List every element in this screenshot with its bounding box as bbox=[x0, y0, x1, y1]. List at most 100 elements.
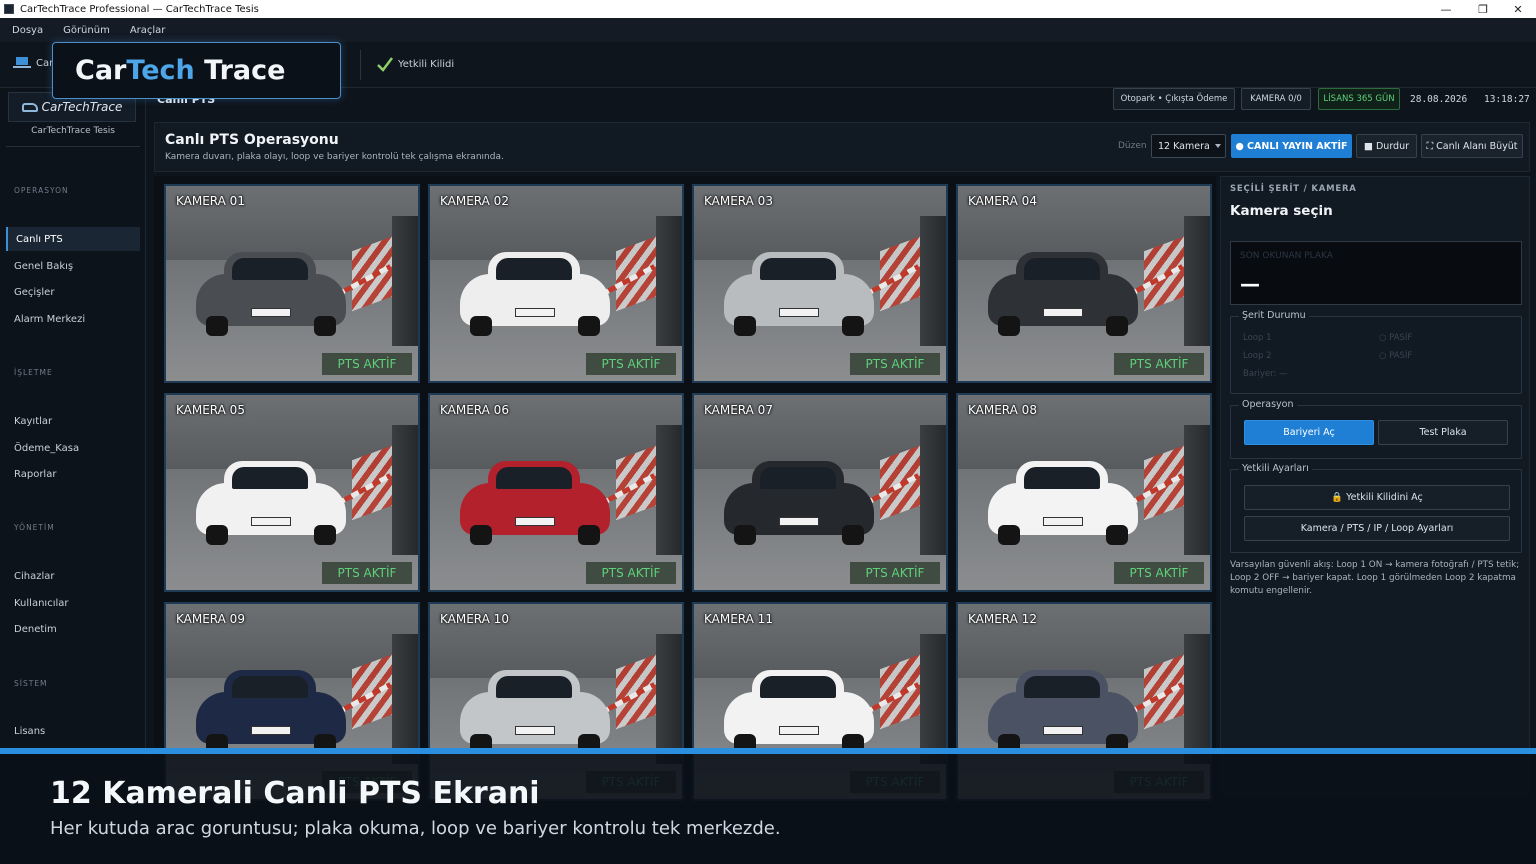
sidebar-item-cihazlar[interactable]: Cihazlar bbox=[6, 564, 140, 588]
open-barrier-button[interactable]: Bariyeri Aç bbox=[1244, 420, 1374, 445]
license-chip: LİSANS 365 GÜN bbox=[1318, 88, 1400, 110]
stop-button[interactable]: ■ Durdur bbox=[1356, 134, 1417, 158]
sidebar-section-operasyon: OPERASYON bbox=[14, 186, 69, 195]
license-plate bbox=[251, 517, 291, 526]
header-date: 28.08.2026 bbox=[1410, 94, 1468, 105]
sidebar-item-kullanicilar[interactable]: Kullanıcılar bbox=[6, 591, 140, 615]
camera-label: KAMERA 10 bbox=[440, 612, 509, 626]
sidebar-item-canli-pts[interactable]: Canlı PTS bbox=[6, 227, 140, 251]
pts-status-badge: PTS AKTİF bbox=[850, 353, 940, 375]
camera-label: KAMERA 03 bbox=[704, 194, 773, 208]
title-bar: CarTechTrace Professional — CarTechTrace… bbox=[0, 0, 1536, 18]
loop2-label: Loop 2 bbox=[1243, 351, 1272, 361]
live-stream-button[interactable]: ● CANLI YAYIN AKTİF bbox=[1231, 134, 1352, 158]
camera-tile[interactable]: KAMERA 07 PTS AKTİF bbox=[692, 393, 948, 592]
layout-label: Düzen bbox=[1118, 141, 1147, 151]
vehicle-wheel bbox=[734, 525, 756, 545]
brand-logo-popup: Car Tech Trace bbox=[52, 42, 341, 99]
vehicle-image bbox=[724, 455, 874, 545]
vehicle-windshield bbox=[1024, 467, 1100, 489]
sidebar-item-denetim[interactable]: Denetim bbox=[6, 617, 140, 641]
camera-tile[interactable]: KAMERA 06 PTS AKTİF bbox=[428, 393, 684, 592]
last-plate-label: SON OKUNAN PLAKA bbox=[1240, 251, 1333, 261]
unlock-authorized-button[interactable]: 🔒 Yetkili Kilidini Aç bbox=[1244, 485, 1510, 510]
menu-araclar[interactable]: Araçlar bbox=[130, 25, 166, 36]
camera-tile[interactable]: KAMERA 01 PTS AKTİF bbox=[164, 184, 420, 383]
barrier-state: Bariyer: — bbox=[1243, 369, 1288, 379]
safe-flow-note: Varsayılan güvenli akış: Loop 1 ON → kam… bbox=[1230, 560, 1520, 596]
sidebar-item-odeme-kasa[interactable]: Ödeme_Kasa bbox=[6, 436, 140, 460]
license-plate bbox=[779, 517, 819, 526]
vehicle-image bbox=[988, 246, 1138, 336]
panel-title: Canlı PTS Operasyonu bbox=[165, 132, 339, 148]
test-plate-button[interactable]: Test Plaka bbox=[1378, 420, 1508, 445]
camera-tile[interactable]: KAMERA 02 PTS AKTİF bbox=[428, 184, 684, 383]
last-plate-value: — bbox=[1240, 272, 1260, 296]
camera-tile[interactable]: KAMERA 03 PTS AKTİF bbox=[692, 184, 948, 383]
menu-dosya[interactable]: Dosya bbox=[12, 25, 43, 36]
lane-status-title: Şerit Durumu bbox=[1239, 310, 1309, 321]
sidebar-item-raporlar[interactable]: Raporlar bbox=[6, 462, 140, 486]
vehicle-windshield bbox=[1024, 676, 1100, 698]
camera-label: KAMERA 06 bbox=[440, 403, 509, 417]
vehicle-wheel bbox=[314, 316, 336, 336]
sidebar-item-lisans[interactable]: Lisans bbox=[6, 719, 140, 743]
sidebar-item-genel-bakis[interactable]: Genel Bakış bbox=[6, 254, 140, 278]
vehicle-wheel bbox=[842, 316, 864, 336]
license-plate bbox=[1043, 517, 1083, 526]
toolbar-approve-button[interactable]: Yetkili Kilidi bbox=[376, 56, 454, 72]
sidebar-site-name: CarTechTrace Tesis bbox=[31, 126, 115, 136]
minimize-icon[interactable]: — bbox=[1428, 0, 1464, 18]
sidebar-item-alarm-merkezi[interactable]: Alarm Merkezi bbox=[6, 307, 140, 331]
camera-tile[interactable]: KAMERA 04 PTS AKTİF bbox=[956, 184, 1212, 383]
camera-label: KAMERA 02 bbox=[440, 194, 509, 208]
vehicle-windshield bbox=[760, 258, 836, 280]
barrier-post bbox=[1184, 634, 1210, 764]
pts-status-badge: PTS AKTİF bbox=[322, 353, 412, 375]
vehicle-image bbox=[196, 664, 346, 754]
close-icon[interactable]: ✕ bbox=[1500, 0, 1536, 18]
sidebar-item-kayitlar[interactable]: Kayıtlar bbox=[6, 409, 140, 433]
vehicle-windshield bbox=[1024, 258, 1100, 280]
menu-gorunum[interactable]: Görünüm bbox=[63, 25, 110, 36]
vehicle-windshield bbox=[760, 676, 836, 698]
vehicle-image bbox=[460, 664, 610, 754]
barrier-post bbox=[1184, 425, 1210, 555]
caption-subtitle: Her kutuda arac goruntusu; plaka okuma, … bbox=[50, 818, 781, 839]
vehicle-wheel bbox=[470, 525, 492, 545]
vehicle-image bbox=[196, 455, 346, 545]
vehicle-wheel bbox=[998, 525, 1020, 545]
vehicle-wheel bbox=[578, 525, 600, 545]
car-icon bbox=[21, 102, 38, 112]
expand-live-area-button[interactable]: ⛶ Canlı Alanı Büyüt bbox=[1421, 134, 1523, 158]
sidebar-section-sistem: SİSTEM bbox=[14, 679, 48, 688]
loop1-label: Loop 1 bbox=[1243, 333, 1272, 343]
caption-title: 12 Kamerali Canli PTS Ekrani bbox=[50, 776, 540, 811]
pts-status-badge: PTS AKTİF bbox=[1114, 562, 1204, 584]
app-window: CarTechTrace Professional — CarTechTrace… bbox=[0, 0, 1536, 864]
operation-title: Operasyon bbox=[1239, 399, 1297, 410]
sidebar-logo-text: CarTechTrace bbox=[41, 100, 123, 114]
license-plate bbox=[779, 726, 819, 735]
vehicle-wheel bbox=[206, 525, 228, 545]
camera-pts-settings-button[interactable]: Kamera / PTS / IP / Loop Ayarları bbox=[1244, 516, 1510, 541]
camera-grid: KAMERA 01 PTS AKTİF KAMERA 02 PTS AKTİF KAME… bbox=[154, 176, 1216, 801]
camera-tile[interactable]: KAMERA 05 PTS AKTİF bbox=[164, 393, 420, 592]
license-plate bbox=[515, 308, 555, 317]
camera-tile[interactable]: KAMERA 08 PTS AKTİF bbox=[956, 393, 1212, 592]
license-plate bbox=[779, 308, 819, 317]
license-plate bbox=[515, 517, 555, 526]
sidebar-item-gecisler[interactable]: Geçişler bbox=[6, 280, 140, 304]
license-plate bbox=[251, 726, 291, 735]
app-icon bbox=[4, 4, 14, 14]
barrier-post bbox=[656, 634, 682, 764]
vehicle-wheel bbox=[842, 525, 864, 545]
restore-icon[interactable]: ❐ bbox=[1465, 0, 1501, 18]
toolbar-approve-label: Yetkili Kilidi bbox=[398, 58, 455, 70]
vehicle-image bbox=[988, 455, 1138, 545]
camera-layout-value: 12 Kamera bbox=[1158, 140, 1210, 152]
camera-layout-select[interactable]: 12 Kamera bbox=[1151, 134, 1226, 158]
barrier-post bbox=[656, 216, 682, 346]
vehicle-windshield bbox=[496, 467, 572, 489]
vehicle-image bbox=[988, 664, 1138, 754]
